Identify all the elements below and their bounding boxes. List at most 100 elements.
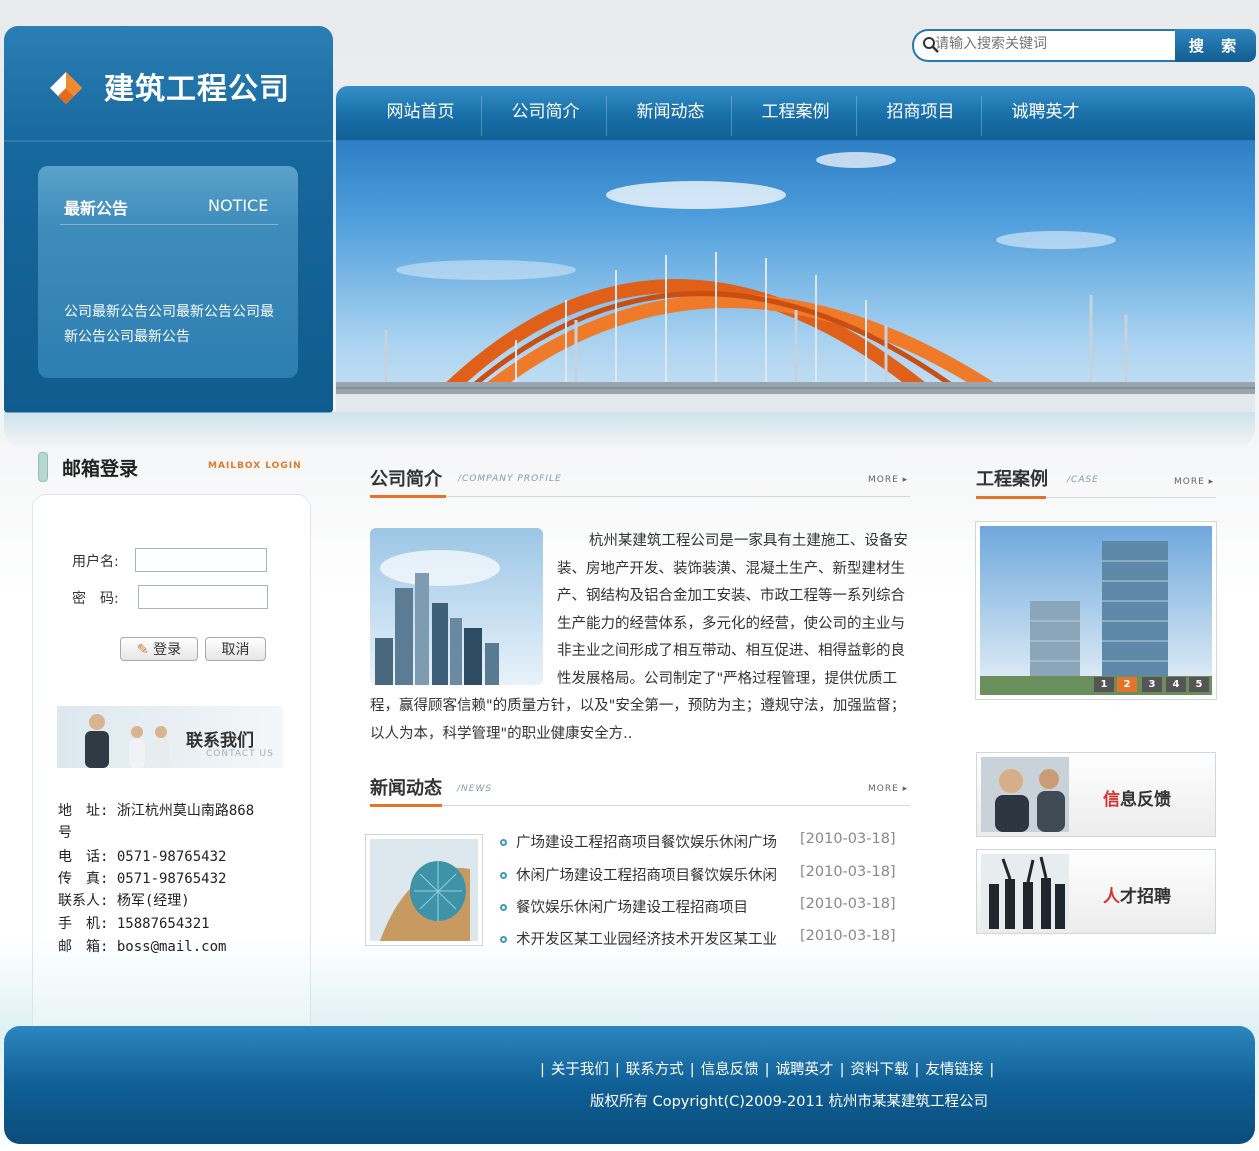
side-label-rest: 息反馈 [1120, 790, 1171, 810]
brand-name[interactable]: 建筑工程公司 [104, 64, 290, 108]
mailbox-tab-marker [38, 452, 48, 482]
about-more-label: MORE [868, 475, 899, 485]
cases-more-link[interactable]: MORE ▸ [1174, 477, 1214, 487]
news-item-date: [2010-03-18] [800, 896, 896, 912]
news-image-frame [365, 834, 483, 946]
contact-person: 联系人: 杨军(经理) [58, 893, 190, 909]
case-page-4[interactable]: 4 [1166, 677, 1186, 692]
city-buildings-image [370, 528, 543, 685]
footer-link-downloads[interactable]: 资料下载 [850, 1062, 908, 1078]
case-page-1[interactable]: 1 [1094, 677, 1114, 692]
about-content: 杭州某建筑工程公司是一家具有土建施工、设备安装、房地产开发、装饰装潢、混凝土生产… [370, 528, 910, 748]
news-item-title[interactable]: 休闲广场建设工程招商项目餐饮娱乐休闲 [516, 864, 777, 885]
cases-accent [976, 496, 1046, 499]
notice-title-en: NOTICE [208, 196, 269, 215]
side-label-first-char: 信 [1103, 790, 1120, 810]
key-icon: ✎ [136, 642, 149, 658]
news-item-title[interactable]: 术开发区某工业园经济技术开发区某工业 [516, 928, 777, 949]
login-button-label: 登录 [153, 642, 182, 658]
nav-divider [481, 96, 482, 136]
brand-divider [4, 140, 333, 142]
footer [4, 1026, 1255, 1144]
about-title-en: /COMPANY PROFILE [458, 474, 562, 484]
nav-divider [731, 96, 732, 136]
about-title: 公司简介 [370, 469, 442, 490]
news-item-title[interactable]: 广场建设工程招商项目餐饮娱乐休闲广场 [516, 831, 777, 852]
footer-link-jobs[interactable]: 诚聘英才 [776, 1062, 834, 1078]
case-page-5[interactable]: 5 [1189, 677, 1209, 692]
contact-email: 邮 箱: boss@mail.com [58, 939, 227, 955]
news-bullet [500, 936, 507, 943]
news-divider [370, 805, 910, 806]
news-bullet [500, 872, 507, 879]
password-input[interactable] [138, 585, 268, 609]
search-input[interactable] [935, 31, 1169, 56]
people-photo-icon [85, 714, 169, 768]
feedback-label: 信息反馈 [1103, 785, 1171, 810]
left-panel [32, 494, 311, 1076]
case-page-3[interactable]: 3 [1142, 677, 1162, 692]
news-title: 新闻动态 [370, 778, 442, 799]
contact-address: 地 址: 浙江杭州莫山南路868 [58, 803, 255, 819]
feedback-card[interactable]: 信息反馈 [976, 752, 1216, 837]
jobs-card[interactable]: 人才招聘 [976, 849, 1216, 934]
contact-title-en: CONTACT US [206, 749, 274, 759]
notice-title: 最新公告 [64, 199, 129, 218]
news-item-title[interactable]: 餐饮娱乐休闲广场建设工程招商项目 [516, 896, 748, 917]
news-bullet [500, 839, 507, 846]
nav-about[interactable]: 公司简介 [483, 86, 608, 140]
username-input[interactable] [135, 548, 267, 572]
footer-link-feedback[interactable]: 信息反馈 [701, 1062, 759, 1078]
nav-news[interactable]: 新闻动态 [608, 86, 733, 140]
nav-divider [856, 96, 857, 136]
mailbox-title: 邮箱登录 [62, 458, 139, 480]
footer-link-contact[interactable]: 联系方式 [626, 1062, 684, 1078]
news-accent [370, 804, 442, 807]
cases-more-label: MORE [1174, 477, 1205, 487]
news-bullet [500, 904, 507, 911]
case-slideshow[interactable] [975, 521, 1217, 700]
nav-home[interactable]: 网站首页 [358, 86, 483, 140]
side-label-rest: 才招聘 [1120, 887, 1171, 907]
dome-building-image [370, 839, 478, 941]
about-accent [370, 495, 446, 498]
news-title-en: /NEWS [457, 784, 493, 794]
diamond-logo-icon [50, 72, 82, 104]
contact-address-cont: 号 [58, 825, 72, 841]
celebrating-team-image [981, 854, 1069, 929]
password-label: 密 码: [72, 591, 119, 607]
contact-mobile: 手 机: 15887654321 [58, 916, 210, 932]
about-more-link[interactable]: MORE ▸ [868, 475, 908, 485]
cases-title-en: /CASE [1067, 475, 1099, 485]
notice-body[interactable]: 公司最新公告公司最新公告公司最新公告公司最新公告 [64, 300, 286, 350]
footer-links: | 关于我们 | 联系方式 | 信息反馈 | 诚聘英才 | 资料下载 | 友情链接 | [540, 1062, 995, 1078]
case-page-2[interactable]: 2 [1117, 677, 1137, 692]
side-label-first-char: 人 [1103, 887, 1120, 907]
footer-link-friends[interactable]: 友情链接 [925, 1062, 983, 1078]
news-more-link[interactable]: MORE ▸ [868, 784, 908, 794]
cases-title: 工程案例 [976, 469, 1048, 490]
news-item-date: [2010-03-18] [800, 831, 896, 847]
tower-buildings-image [980, 526, 1212, 695]
banner-image [336, 140, 1255, 412]
notice-divider [60, 224, 278, 225]
contact-fax: 传 真: 0571-98765432 [58, 871, 227, 887]
business-meeting-image [981, 757, 1069, 832]
username-label: 用户名: [72, 554, 119, 570]
about-divider [370, 496, 910, 497]
news-item-date: [2010-03-18] [800, 864, 896, 880]
contact-phone: 电 话: 0571-98765432 [58, 849, 227, 865]
cancel-button[interactable]: 取消 [205, 637, 266, 661]
search-button[interactable]: 搜 索 [1175, 29, 1256, 62]
login-button[interactable]: ✎ 登录 [120, 637, 198, 661]
nav-cases[interactable]: 工程案例 [733, 86, 858, 140]
footer-link-about[interactable]: 关于我们 [551, 1062, 609, 1078]
nav-jobs[interactable]: 诚聘英才 [983, 86, 1108, 140]
nav-divider [981, 96, 982, 136]
news-item-date: [2010-03-18] [800, 928, 896, 944]
banner-reflection [4, 412, 1255, 448]
nav-investment[interactable]: 招商项目 [858, 86, 983, 140]
contact-title: 联系我们 [186, 731, 254, 751]
mailbox-title-en: MAILBOX LOGIN [208, 461, 302, 471]
copyright: 版权所有 Copyright(C)2009-2011 杭州市某某建筑工程公司 [590, 1094, 989, 1110]
